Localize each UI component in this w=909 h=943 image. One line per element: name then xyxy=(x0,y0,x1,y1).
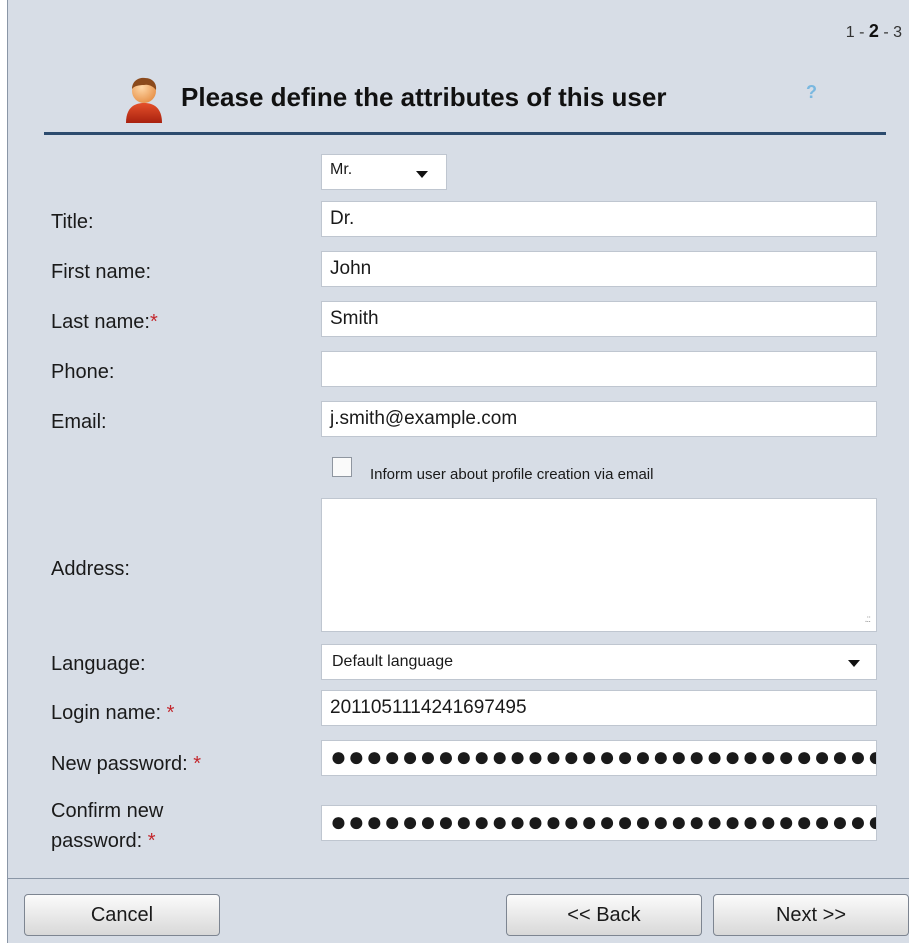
email-label: Email: xyxy=(51,411,107,433)
confirm-password-field[interactable]: ●●●●●●●●●●●●●●●●●●●●●●●●●●●●●●●● xyxy=(321,805,877,841)
chevron-down-icon xyxy=(848,660,860,667)
language-select[interactable]: Default language xyxy=(321,644,877,680)
required-marker: * xyxy=(147,830,156,852)
new-password-label: New password: * xyxy=(51,752,201,776)
phone-label: Phone: xyxy=(51,361,115,383)
required-marker: * xyxy=(166,702,175,724)
title-label: Title: xyxy=(51,211,94,233)
language-value: Default language xyxy=(332,653,453,670)
login-name-label-text: Login name: xyxy=(51,702,167,724)
confirm-password-label-line2: password: xyxy=(51,830,148,852)
first-name-label: First name: xyxy=(51,261,152,283)
salutation-select[interactable]: Mr. xyxy=(321,154,447,190)
confirm-password-label: Confirm new password: * xyxy=(51,796,163,856)
new-password-field[interactable]: ●●●●●●●●●●●●●●●●●●●●●●●●●●●●●●●● xyxy=(321,740,877,776)
title-field[interactable]: Dr. xyxy=(321,201,877,237)
user-avatar-icon xyxy=(126,77,162,123)
inform-user-label[interactable]: Inform user about profile creation via e… xyxy=(370,466,653,483)
required-marker: * xyxy=(193,753,202,775)
help-icon[interactable]: ? xyxy=(806,82,817,103)
login-name-label: Login name: * xyxy=(51,701,174,725)
confirm-password-label-line1: Confirm new xyxy=(51,800,164,822)
last-name-label: Last name:* xyxy=(51,310,158,334)
user-attributes-dialog: 1 - 2 - 3 Please define the attributes o… xyxy=(7,0,909,943)
login-name-field[interactable]: 20110511142416974​95 xyxy=(321,690,877,726)
inform-user-checkbox[interactable] xyxy=(332,457,352,477)
address-label: Address: xyxy=(51,558,130,580)
step-prefix: 1 - xyxy=(845,24,869,41)
phone-field[interactable] xyxy=(321,351,877,387)
back-button[interactable]: << Back xyxy=(506,894,702,936)
step-suffix: - 3 xyxy=(878,24,902,41)
salutation-value: Mr. xyxy=(330,161,353,178)
language-label: Language: xyxy=(51,653,146,675)
last-name-field[interactable]: Smith xyxy=(321,301,877,337)
cancel-button[interactable]: Cancel xyxy=(24,894,220,936)
step-indicator: 1 - 2 - 3 xyxy=(846,21,902,42)
first-name-field[interactable]: John xyxy=(321,251,877,287)
page-title: Please define the attributes of this use… xyxy=(181,82,667,112)
last-name-label-text: Last name: xyxy=(51,311,150,333)
chevron-down-icon xyxy=(416,171,428,178)
dialog-header: Please define the attributes of this use… xyxy=(44,60,886,135)
resize-grip-icon[interactable]: .:: xyxy=(865,614,871,625)
required-marker: * xyxy=(149,311,158,333)
new-password-label-text: New password: xyxy=(51,753,194,775)
email-field[interactable]: j.smith@example.com xyxy=(321,401,877,437)
next-button[interactable]: Next >> xyxy=(713,894,909,936)
step-current: 2 xyxy=(868,21,879,41)
address-textarea[interactable]: .:: xyxy=(321,498,877,632)
